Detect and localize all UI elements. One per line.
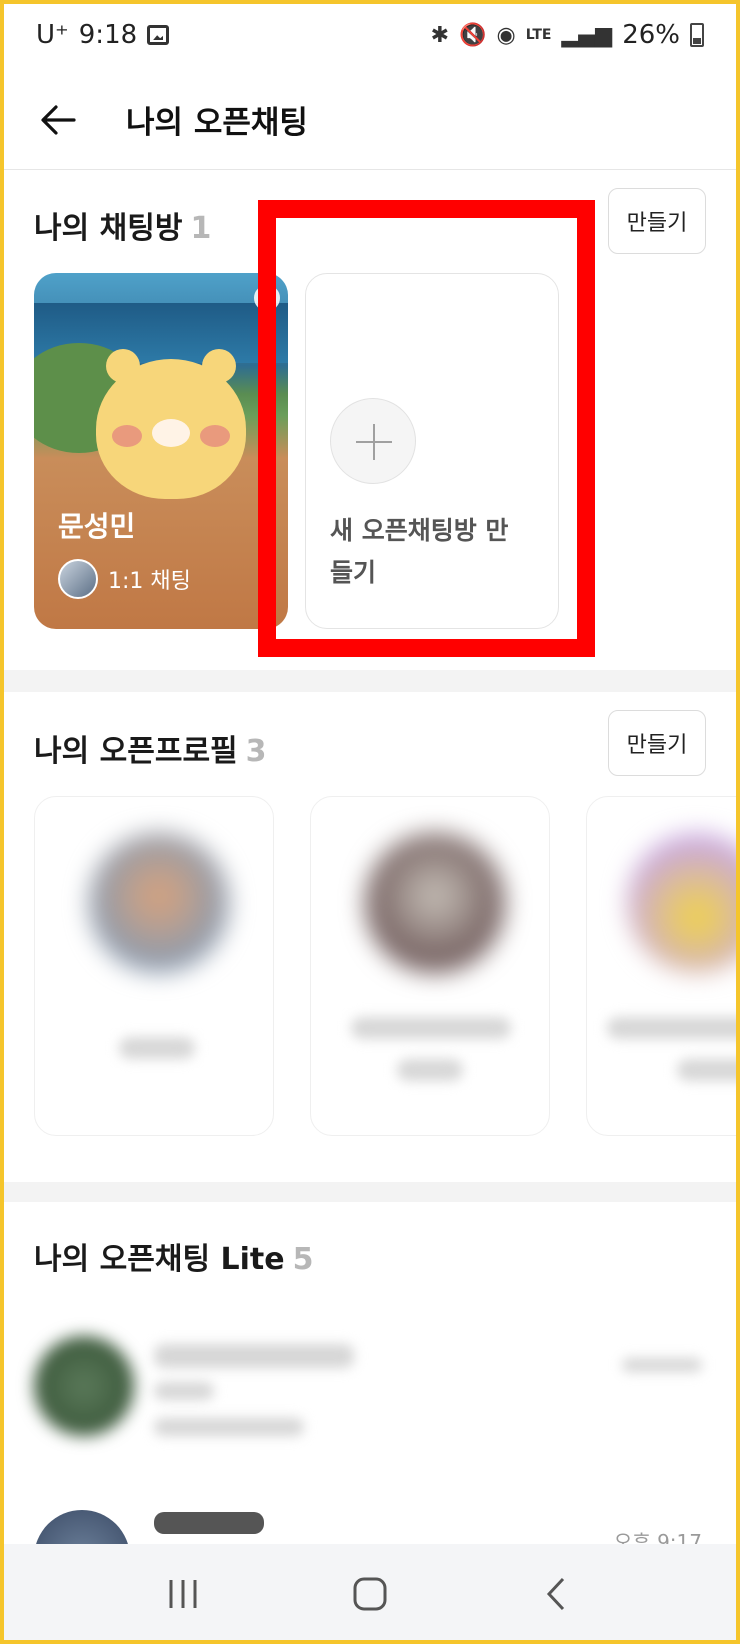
profile-list xyxy=(34,796,740,1146)
my-profiles-title: 나의 오픈프로필 xyxy=(34,734,238,769)
avatar xyxy=(58,559,98,599)
image-notification-icon xyxy=(147,25,170,45)
chevron-left-icon xyxy=(546,1577,564,1611)
hotspot-icon: ◉ xyxy=(496,22,516,48)
profile-name-blurred xyxy=(677,1059,740,1081)
lite-list-item[interactable] xyxy=(34,1336,706,1456)
chat-room-card[interactable]: 문성민 1:1 채팅 xyxy=(34,273,288,629)
profile-name-blurred xyxy=(119,1037,195,1059)
my-rooms-count: 1 xyxy=(190,211,212,246)
battery-percent: 26% xyxy=(622,20,680,50)
recent-apps-button[interactable] xyxy=(143,1554,223,1634)
lite-title xyxy=(154,1512,264,1534)
create-profile-button[interactable]: 만들기 xyxy=(608,710,706,776)
system-nav-bar xyxy=(0,1544,740,1644)
lite-count: 5 xyxy=(292,1242,314,1277)
section-divider xyxy=(0,670,740,692)
my-profiles-count: 3 xyxy=(245,734,267,769)
plus-icon xyxy=(330,398,416,484)
room-name: 문성민 xyxy=(58,510,136,543)
profile-card[interactable] xyxy=(586,796,740,1136)
profile-name-blurred xyxy=(397,1059,463,1081)
network-label: LTE xyxy=(525,27,552,43)
mute-icon: 🔇 xyxy=(459,22,487,48)
arrow-left-icon xyxy=(41,104,76,135)
new-room-card[interactable]: 새 오픈채팅방 만들기 xyxy=(305,273,559,629)
room-type-label: 1:1 채팅 xyxy=(108,569,191,594)
battery-icon xyxy=(690,23,704,47)
my-profiles-header: 나의 오픈프로필 3 xyxy=(34,726,267,770)
character-image xyxy=(96,349,246,499)
profile-name-blurred xyxy=(607,1017,740,1039)
room-type: 1:1 채팅 xyxy=(58,559,191,599)
carrier-label: U⁺ xyxy=(36,20,69,50)
my-rooms-header: 나의 채팅방 1 xyxy=(34,203,211,247)
lite-header: 나의 오픈채팅 Lite 5 xyxy=(34,1234,313,1278)
back-button[interactable] xyxy=(36,98,80,142)
new-room-label: 새 오픈채팅방 만들기 xyxy=(330,516,509,587)
settings-gear-icon[interactable] xyxy=(254,285,280,311)
lite-subtitle-blurred xyxy=(154,1382,214,1400)
page-title: 나의 오픈채팅 xyxy=(126,105,308,141)
my-rooms-title: 나의 채팅방 xyxy=(34,211,183,246)
avatar xyxy=(34,1510,130,1544)
lite-title-blurred xyxy=(154,1344,354,1368)
clock: 9:18 xyxy=(78,20,138,50)
bluetooth-icon: ✱ xyxy=(430,22,450,48)
home-icon xyxy=(353,1577,387,1611)
app-bar: 나의 오픈채팅 xyxy=(0,70,740,170)
lite-time-blurred xyxy=(622,1358,702,1372)
back-nav-button[interactable] xyxy=(517,1554,597,1634)
avatar xyxy=(34,1336,134,1436)
avatar xyxy=(365,833,505,973)
avatar xyxy=(89,833,229,973)
avatar xyxy=(627,833,740,973)
profile-name-blurred xyxy=(351,1017,511,1039)
signal-icon: ▂▄▆ xyxy=(561,22,613,48)
lite-list-item[interactable]: 오후 9:17 xyxy=(34,1510,706,1544)
lite-time: 오후 9:17 xyxy=(613,1530,702,1544)
lite-subtitle-blurred xyxy=(154,1418,304,1436)
status-bar: U⁺ 9:18 ✱ 🔇 ◉ LTE ▂▄▆ 26% xyxy=(0,0,740,70)
lite-title: 나의 오픈채팅 Lite xyxy=(34,1242,285,1277)
profile-card[interactable] xyxy=(34,796,274,1136)
profile-card[interactable] xyxy=(310,796,550,1136)
recent-apps-icon xyxy=(169,1580,197,1608)
section-divider xyxy=(0,1182,740,1202)
create-room-button[interactable]: 만들기 xyxy=(608,188,706,254)
home-button[interactable] xyxy=(330,1554,410,1634)
